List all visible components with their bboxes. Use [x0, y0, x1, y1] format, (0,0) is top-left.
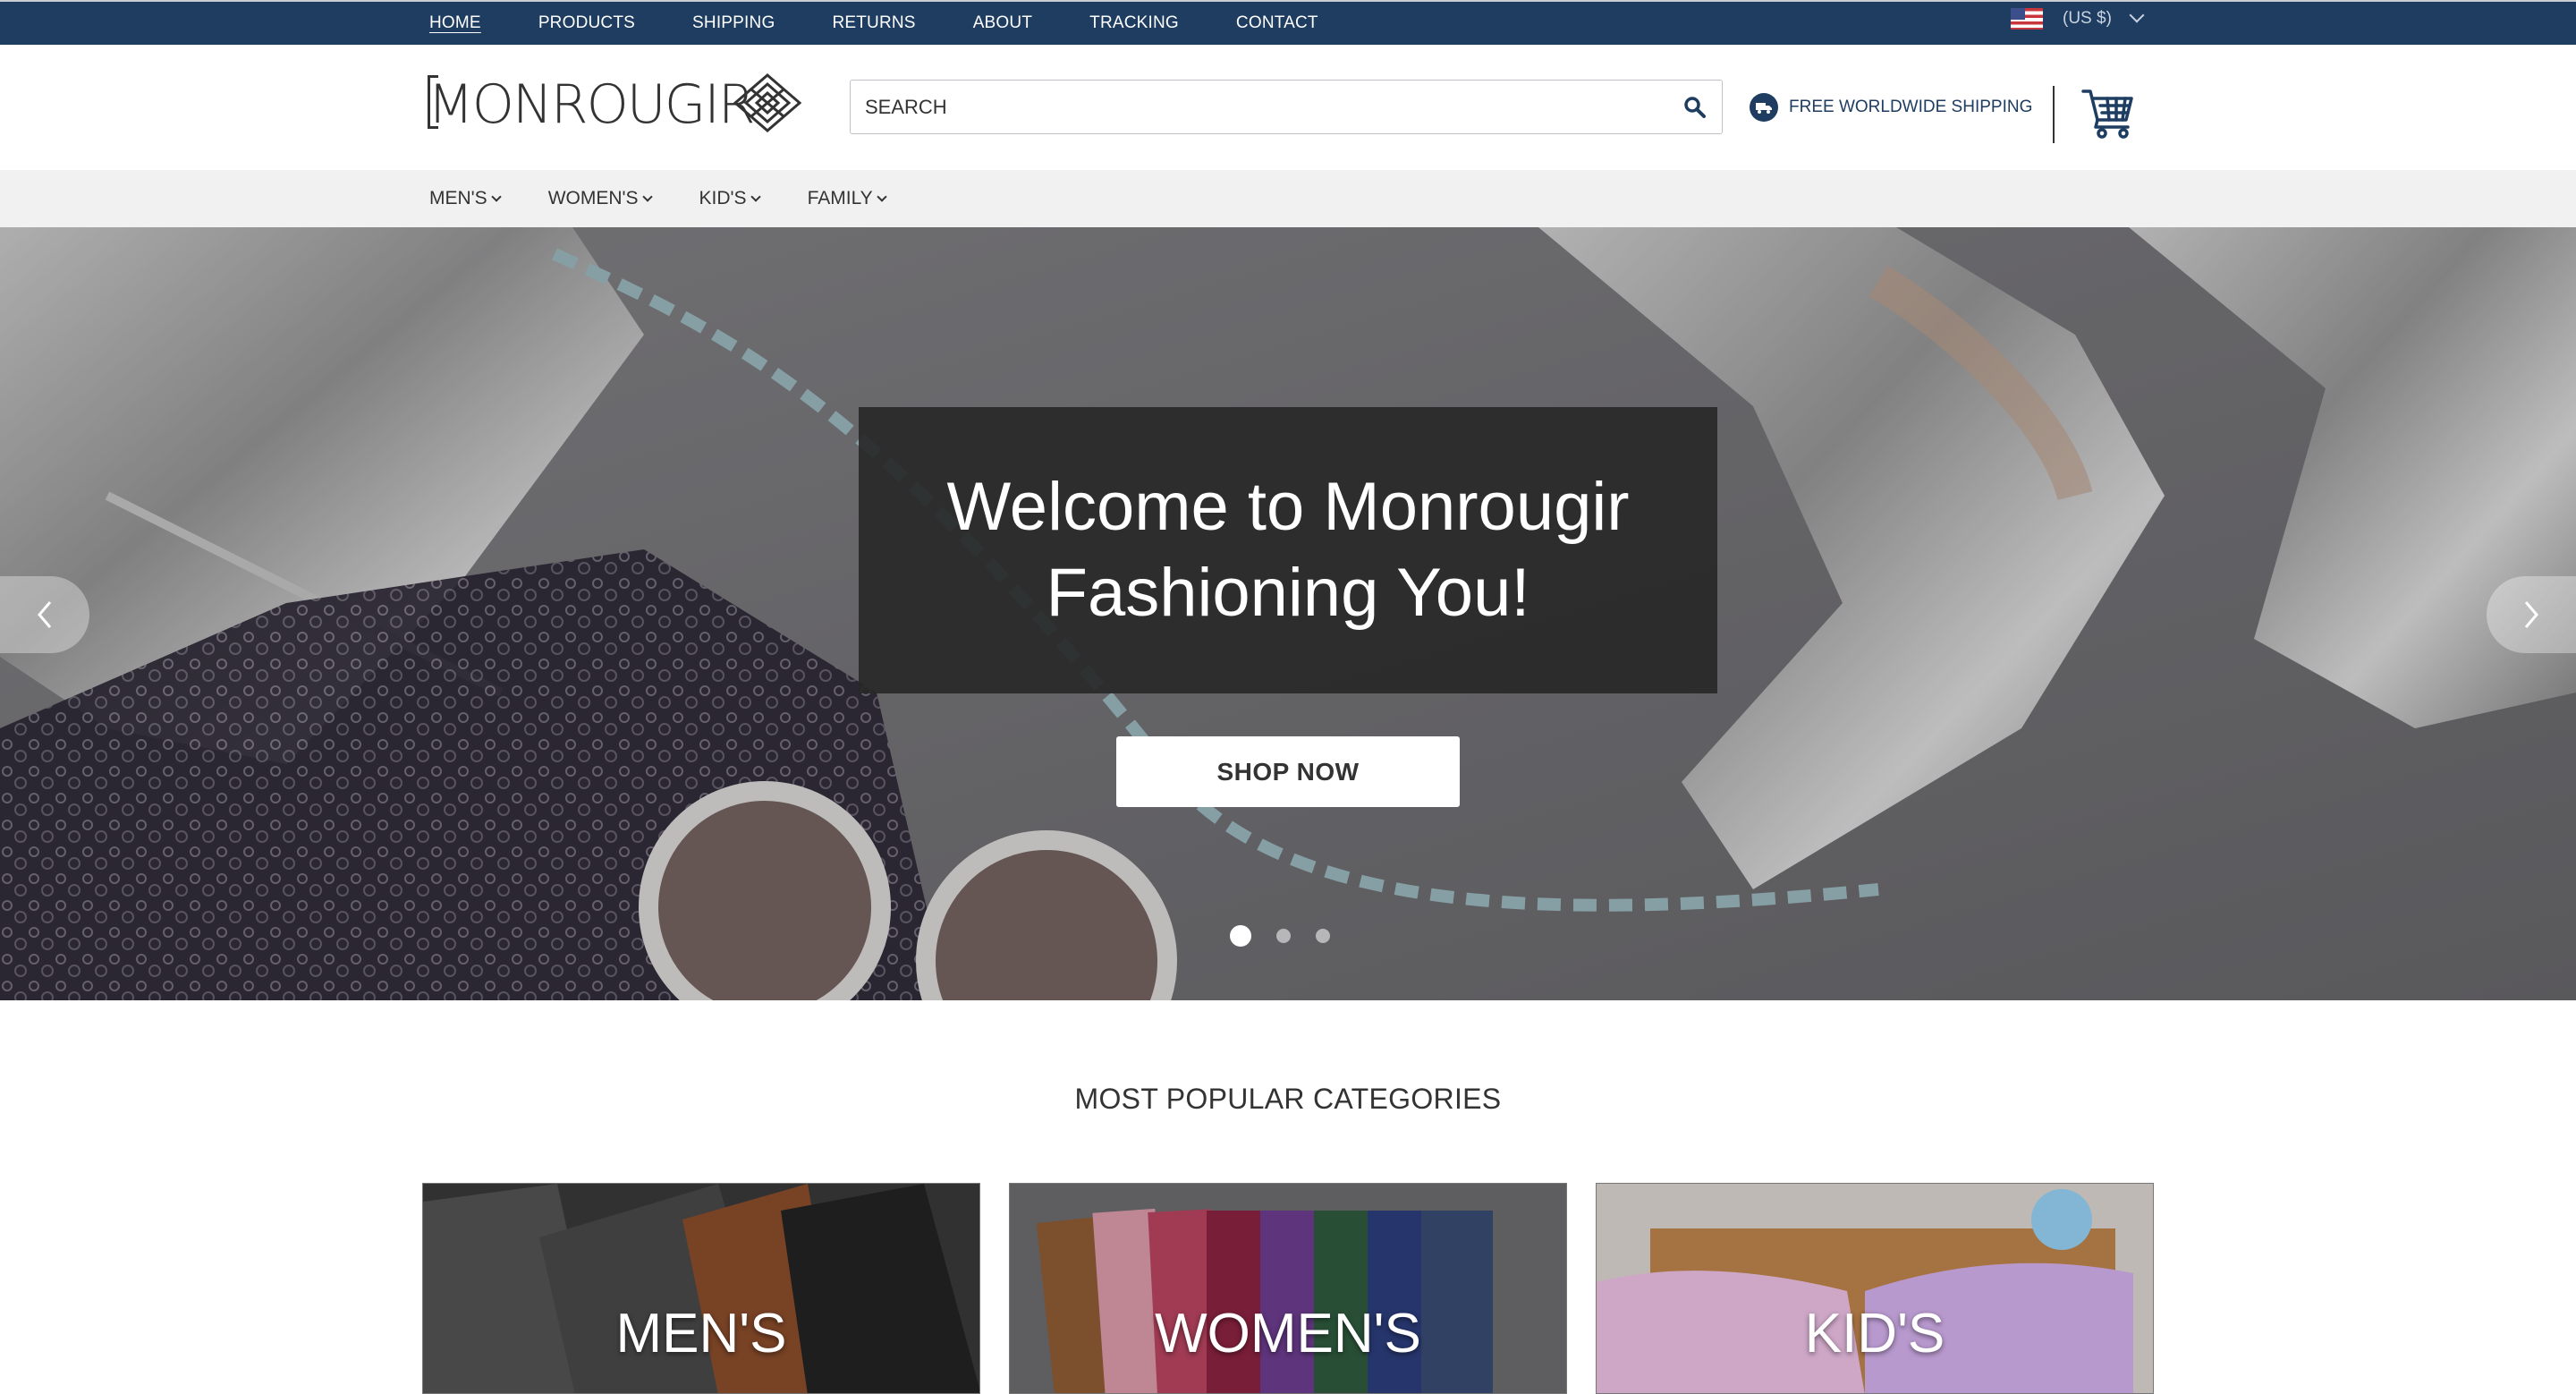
category-kids[interactable]: KID'S [699, 188, 761, 209]
chevron-down-icon [641, 191, 653, 202]
header-divider [2053, 86, 2055, 143]
nav-products[interactable]: PRODUCTS [538, 13, 635, 33]
search-bar [850, 80, 1723, 134]
category-card-mens[interactable]: MEN'S [422, 1183, 980, 1394]
shopping-cart-icon [2081, 89, 2133, 139]
category-kids-label: KID'S [699, 188, 747, 208]
category-bar: MEN'S WOMEN'S KID'S FAMILY [0, 170, 2576, 227]
slider-dots [1230, 925, 1330, 947]
category-nav: MEN'S WOMEN'S KID'S FAMILY [429, 170, 934, 227]
logo-mark-icon [733, 73, 802, 132]
shop-now-button[interactable]: SHOP NOW [1116, 736, 1460, 807]
search-button[interactable] [1668, 81, 1722, 133]
slider-dot-3[interactable] [1316, 929, 1330, 943]
site-header: MONROUGIR SEARCH FREE WORLDWIDE SHIPPING [0, 45, 2576, 170]
search-input[interactable] [851, 95, 1668, 119]
category-family-label: FAMILY [807, 188, 873, 208]
category-card-womens-label: WOMEN'S [1155, 1303, 1421, 1364]
logo-text: MONROUGIR [428, 73, 756, 136]
cart-button[interactable] [2080, 86, 2136, 140]
chevron-left-icon [38, 601, 52, 628]
category-card-kids[interactable]: KID'S [1596, 1183, 2154, 1394]
category-womens-label: WOMEN'S [547, 188, 639, 208]
us-flag-icon [2011, 8, 2043, 30]
currency-label: (US $) [2063, 9, 2112, 28]
nav-about[interactable]: ABOUT [973, 13, 1032, 33]
popular-categories-title: MOST POPULAR CATEGORIES [1074, 1083, 1502, 1115]
nav-returns[interactable]: RETURNS [832, 13, 915, 33]
category-mens[interactable]: MEN'S [429, 188, 502, 209]
category-mens-label: MEN'S [429, 188, 487, 208]
chevron-down-icon [491, 191, 502, 202]
nav-tracking[interactable]: TRACKING [1089, 13, 1179, 33]
slider-dot-1[interactable] [1230, 925, 1251, 947]
category-card-mens-label: MEN'S [615, 1303, 787, 1364]
free-shipping-notice: FREE WORLDWIDE SHIPPING [1750, 93, 2032, 122]
search-icon [1684, 96, 1706, 118]
top-bar: HOME PRODUCTS SHIPPING RETURNS ABOUT TRA… [0, 0, 2576, 45]
nav-shipping[interactable]: SHIPPING [692, 13, 775, 33]
hero-title-line1: Welcome to Monrougir [946, 469, 1630, 545]
slider-next-button[interactable] [2487, 576, 2576, 653]
nav-contact[interactable]: CONTACT [1236, 13, 1318, 33]
chevron-down-icon [750, 191, 761, 202]
category-womens[interactable]: WOMEN'S [547, 188, 653, 209]
hero-title-line2: Fashioning You! [1046, 555, 1530, 631]
chevron-down-icon [2129, 7, 2145, 23]
shipping-text: FREE WORLDWIDE SHIPPING [1789, 98, 2033, 116]
hero-text-box: Welcome to Monrougir Fashioning You! [859, 407, 1717, 693]
category-card-kids-label: KID'S [1804, 1303, 1945, 1364]
hero-slider: Welcome to Monrougir Fashioning You! SHO… [0, 227, 2576, 1000]
slider-dot-2[interactable] [1276, 929, 1291, 943]
site-logo[interactable]: MONROUGIR [428, 70, 803, 136]
chevron-down-icon [877, 191, 887, 202]
shipping-truck-icon [1750, 93, 1778, 122]
currency-selector[interactable]: (US $) [2011, 7, 2145, 30]
nav-home[interactable]: HOME [429, 13, 481, 33]
chevron-right-icon [2524, 601, 2538, 628]
slider-prev-button[interactable] [0, 576, 89, 653]
category-family[interactable]: FAMILY [807, 188, 887, 209]
top-nav: HOME PRODUCTS SHIPPING RETURNS ABOUT TRA… [429, 2, 1376, 45]
category-card-womens[interactable]: WOMEN'S [1009, 1183, 1567, 1394]
